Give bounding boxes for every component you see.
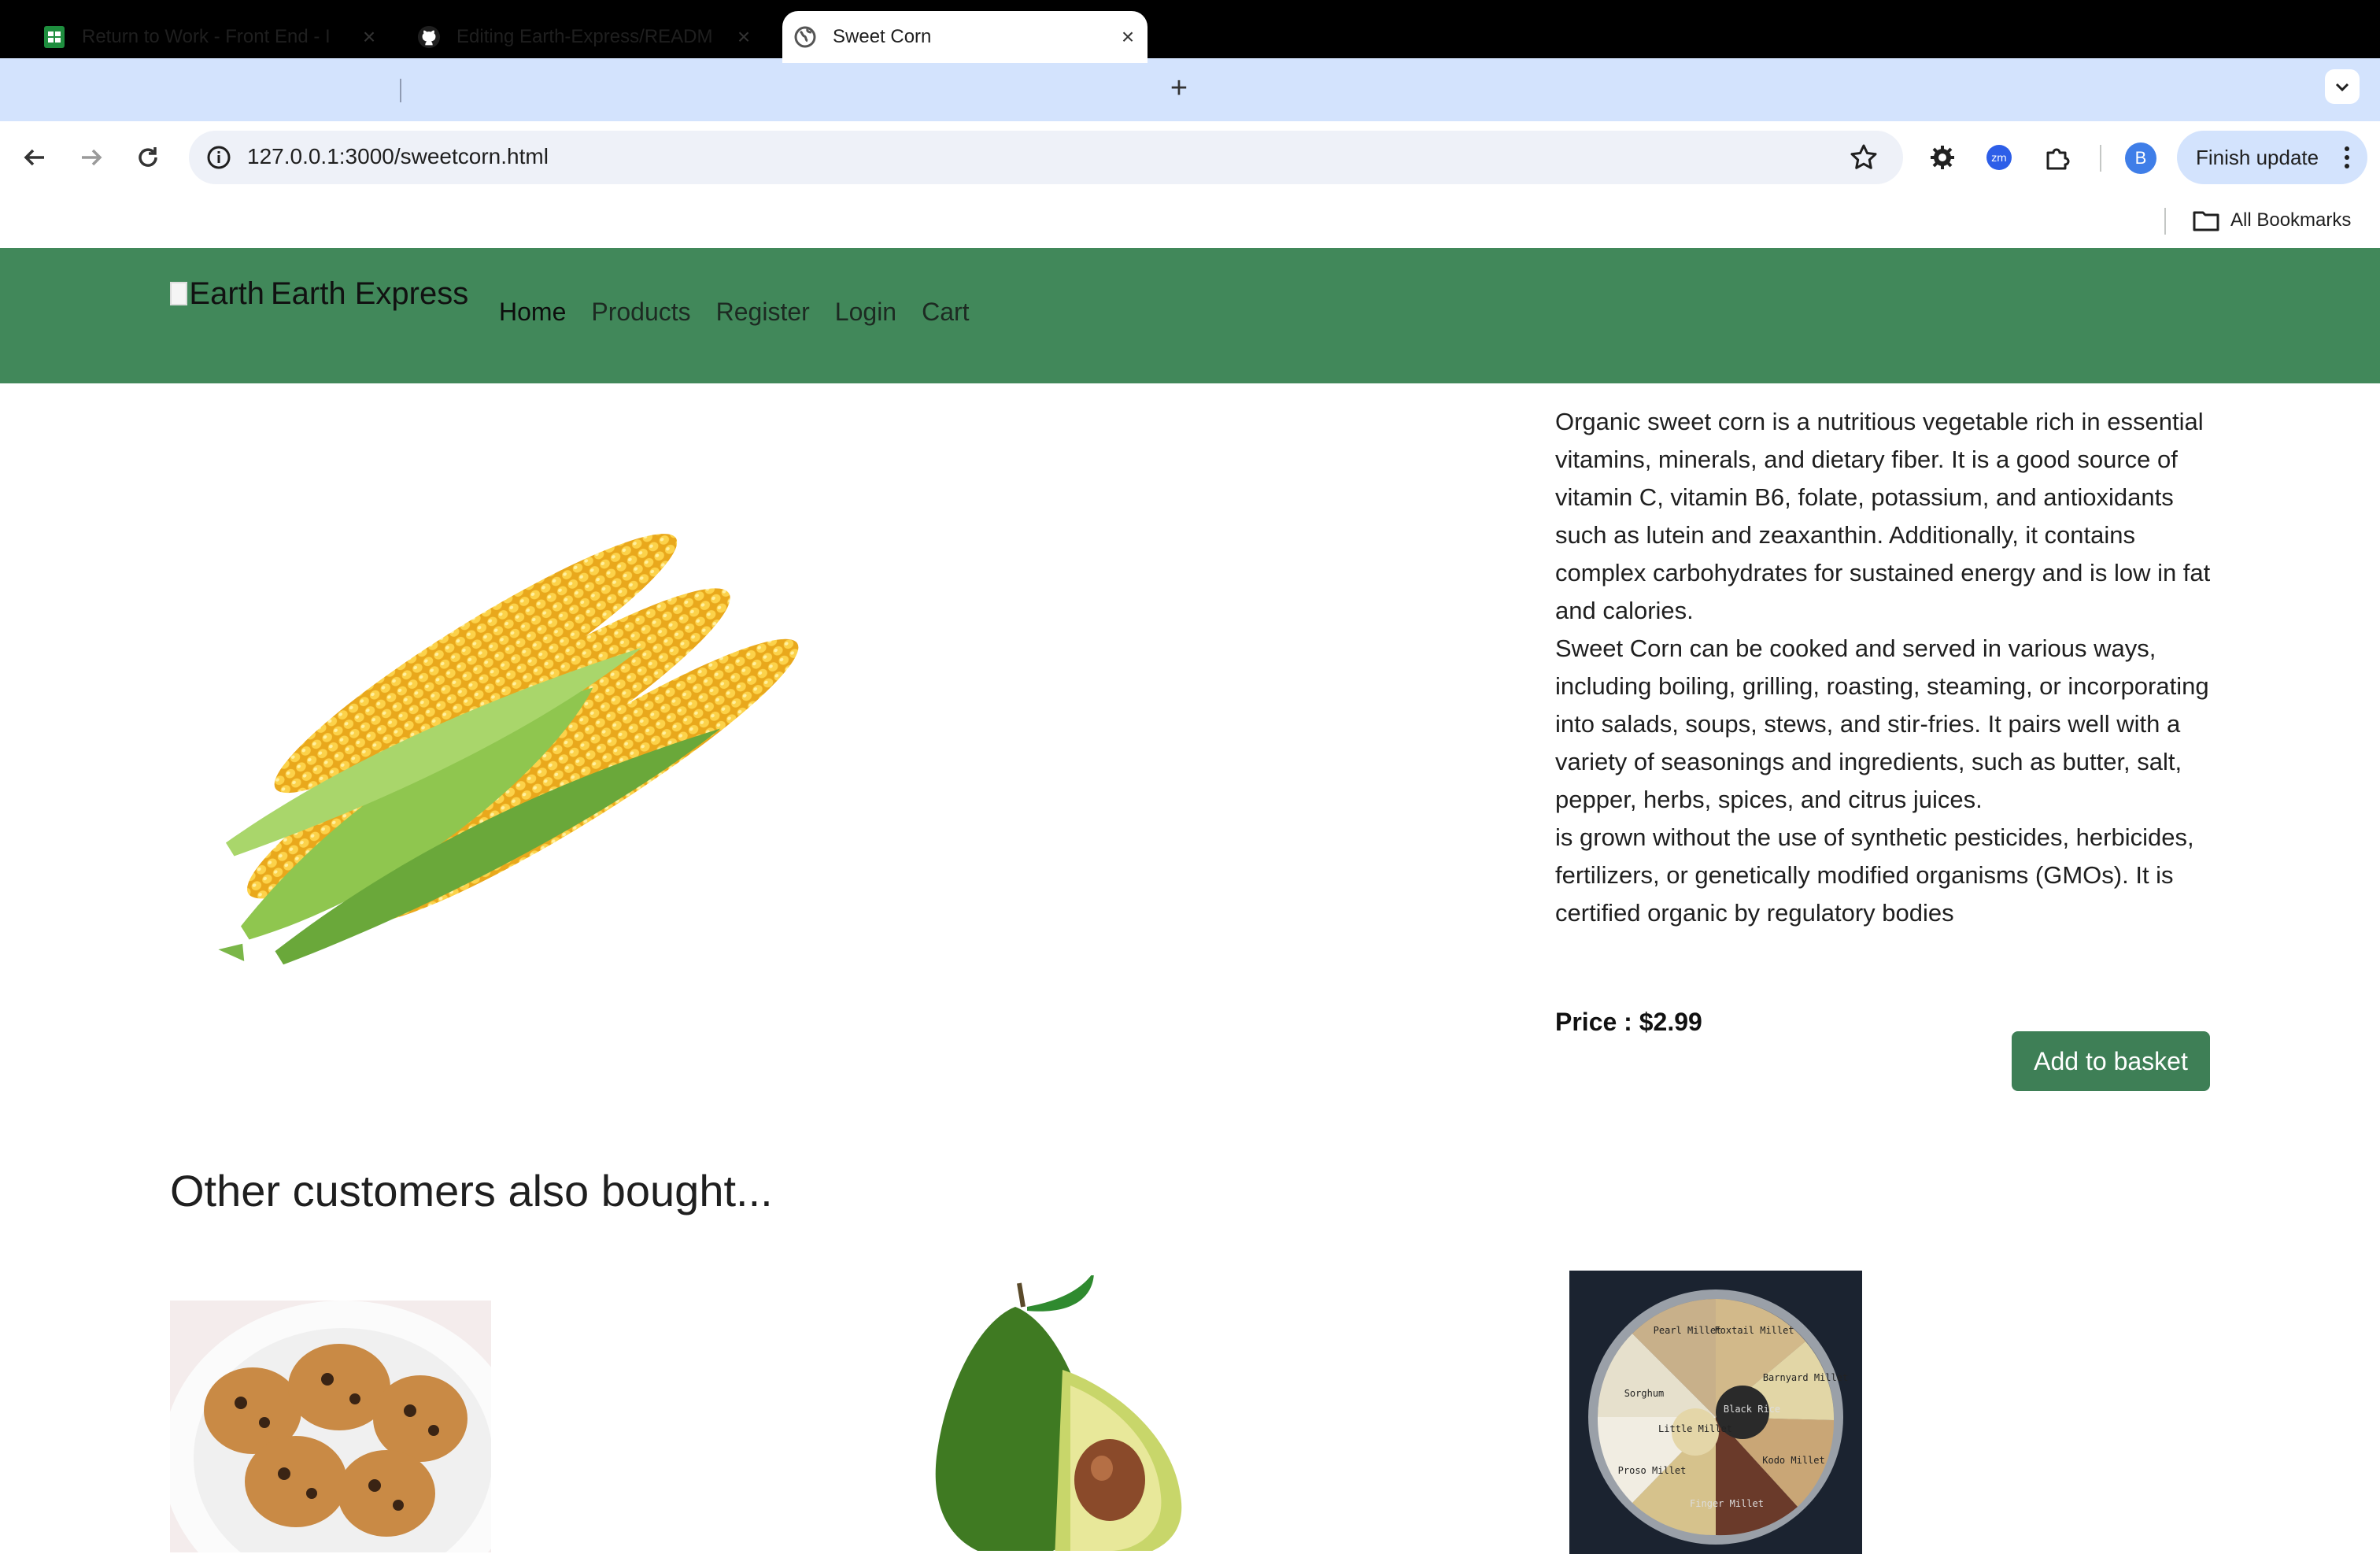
- nav-products[interactable]: Products: [591, 298, 690, 327]
- reload-button[interactable]: [131, 140, 165, 175]
- new-tab-button[interactable]: +: [1163, 72, 1195, 104]
- tab-sweet-corn[interactable]: Sweet Corn ×: [782, 11, 1148, 63]
- globe-icon: [793, 25, 817, 49]
- tab-return-to-work[interactable]: Return to Work - Front End - I ×: [42, 11, 389, 63]
- profile-avatar[interactable]: B: [2125, 142, 2156, 174]
- zoom-extension-icon[interactable]: zm: [1983, 142, 2015, 173]
- millet-label: Foxtail Millet: [1714, 1325, 1794, 1336]
- sheets-icon: [42, 25, 66, 49]
- main-nav: Home Products Register Login Cart: [499, 298, 970, 327]
- tab-separator: [400, 79, 401, 102]
- nav-home[interactable]: Home: [499, 298, 566, 327]
- description-paragraph: is grown without the use of synthetic pe…: [1555, 823, 2194, 927]
- description-paragraph: Organic sweet corn is a nutritious veget…: [1555, 408, 2211, 624]
- forward-arrow-icon: [82, 149, 102, 166]
- nav-login[interactable]: Login: [835, 298, 896, 327]
- url-text[interactable]: 127.0.0.1:3000/sweetcorn.html: [247, 142, 549, 172]
- also-bought-heading: Other customers also bought...: [170, 1166, 773, 1215]
- back-arrow-icon: [24, 149, 44, 166]
- site-info-icon[interactable]: [205, 143, 233, 172]
- millet-label: Little Millet: [1658, 1423, 1732, 1434]
- millet-label: Kodo Millet: [1762, 1455, 1824, 1466]
- finish-update-label: Finish update: [2196, 145, 2319, 169]
- millet-label: Proso Millet: [1618, 1465, 1687, 1476]
- finish-update-button[interactable]: Finish update: [2177, 131, 2367, 184]
- tab-title: Return to Work - Front End - I: [82, 26, 331, 47]
- millet-label: Black Rice: [1724, 1404, 1780, 1415]
- product-price: Price : $2.99: [1555, 1008, 1702, 1036]
- site-brand[interactable]: Earth Earth Express: [170, 266, 468, 321]
- all-bookmarks-button[interactable]: All Bookmarks: [2193, 206, 2351, 235]
- folder-icon: [2193, 211, 2219, 231]
- toolbar-separator: [2100, 145, 2101, 172]
- svg-text:zm: zm: [1991, 153, 2007, 165]
- millet-label: Barnyard Millet: [1763, 1372, 1848, 1383]
- bookmarks-separator: [2164, 208, 2166, 235]
- reload-icon: [139, 147, 157, 167]
- nav-register[interactable]: Register: [716, 298, 810, 327]
- tab-github[interactable]: Editing Earth-Express/READM ×: [417, 11, 763, 63]
- extensions-puzzle-icon[interactable]: [2042, 142, 2073, 173]
- product-description: Organic sweet corn is a nutritious veget…: [1555, 403, 2224, 932]
- close-tab-icon[interactable]: ×: [357, 25, 381, 49]
- add-to-basket-button[interactable]: Add to basket: [2012, 1031, 2210, 1091]
- github-icon: [417, 25, 441, 49]
- millet-label: Finger Millet: [1690, 1498, 1764, 1509]
- tab-title: Editing Earth-Express/READM: [456, 26, 713, 47]
- brand-name: Earth Express: [271, 276, 469, 311]
- millet-product-thumbnail[interactable]: Pearl Millet Foxtail Millet Barnyard Mil…: [1569, 1271, 1862, 1554]
- close-tab-icon[interactable]: ×: [1116, 25, 1140, 49]
- nav-cart[interactable]: Cart: [922, 298, 969, 327]
- more-menu-icon: [2345, 146, 2349, 168]
- logo-alt-text: Earth: [189, 276, 264, 311]
- close-tab-icon[interactable]: ×: [732, 25, 756, 49]
- tab-search-button[interactable]: [2325, 69, 2360, 104]
- bookmarks-bar: [0, 192, 2380, 247]
- extension-gear-icon[interactable]: [1927, 142, 1958, 173]
- logo-broken-image: Earth: [170, 276, 264, 312]
- forward-button[interactable]: [74, 140, 109, 175]
- tab-title: Sweet Corn: [833, 26, 932, 47]
- chevron-down-icon: [2335, 83, 2349, 92]
- millet-label: Pearl Millet: [1654, 1325, 1722, 1336]
- broken-image-icon: [170, 282, 188, 305]
- description-paragraph: Sweet Corn can be cooked and served in v…: [1555, 635, 2209, 813]
- sweet-corn-image: [218, 534, 799, 965]
- cookies-product-thumbnail[interactable]: [170, 1301, 491, 1552]
- bookmark-star-icon[interactable]: [1848, 142, 1879, 173]
- back-button[interactable]: [17, 140, 52, 175]
- millet-label: Sorghum: [1624, 1388, 1665, 1399]
- all-bookmarks-label: All Bookmarks: [2230, 209, 2352, 231]
- avocado-product-thumbnail[interactable]: [858, 1275, 1204, 1551]
